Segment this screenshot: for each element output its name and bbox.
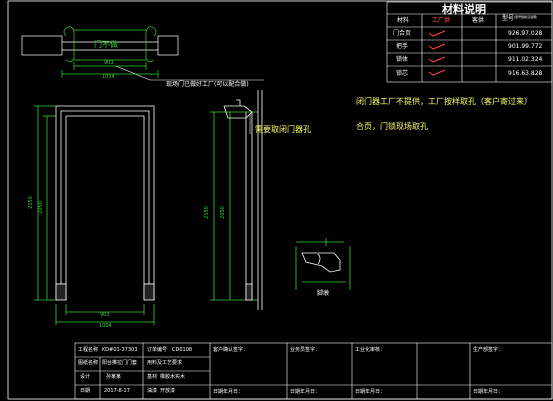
side-section <box>210 90 263 310</box>
tb-value: 阳台推拉门门套 <box>102 360 138 366</box>
tb-base-label: 基材 <box>147 374 158 380</box>
dim-bottom-total: 1054 <box>99 323 112 329</box>
tb-sign-bottom: 日期年月日： <box>290 389 321 395</box>
mat-header-model-note: (型号规格见说明) <box>514 15 538 19</box>
mat-row-name: 锁体 <box>396 56 409 63</box>
dim-left-inner: 2050 <box>37 201 44 214</box>
tb-paint-value: 开放漆 <box>160 388 176 394</box>
profile-detail <box>295 238 351 290</box>
dim-bottom-width: 903 <box>100 312 110 318</box>
site-note: 现场门已做好工厂(可以配合做) <box>166 81 249 88</box>
tb-sign-top: 工业化审核： <box>355 347 386 353</box>
mat-row-model: 911.02.324 <box>508 56 543 63</box>
tb-sign-bottom: 日期年月日： <box>355 389 386 395</box>
elevation-view <box>34 105 155 325</box>
mat-row-name: 锁芯 <box>396 70 409 77</box>
tb-label: 工程名称 <box>78 347 99 353</box>
lock-hole-note: 需要取闭门器孔 <box>255 125 311 134</box>
mat-header-material: 材料 <box>397 17 410 24</box>
tb-sign-top: 业务员签字： <box>290 347 321 353</box>
dim-left-outer: 2150 <box>27 196 34 209</box>
cad-drawing <box>7 0 553 400</box>
mat-row-model: 901.99.772 <box>508 43 543 50</box>
mat-row-model: 926.97.028 <box>508 30 543 37</box>
tb-order-value: CD0108 <box>172 347 193 353</box>
tb-base-value: 橡胶木实木 <box>160 374 186 380</box>
mat-row-name: 把手 <box>396 43 409 50</box>
tb-label: 设计 <box>80 374 91 380</box>
mat-row-model: 916.63.828 <box>508 70 543 77</box>
profile-label: 脚墩 <box>317 290 330 297</box>
dim-right-b: 2050 <box>219 206 226 219</box>
mat-row-name: 门合页 <box>393 30 412 37</box>
plan-view <box>21 26 179 78</box>
tb-value: 孙某某 <box>106 374 122 380</box>
mat-header-model: 型号 <box>502 15 515 22</box>
tb-process-label: 用料及工艺要求 <box>147 360 183 366</box>
dim-top-total: 1054 <box>102 74 115 80</box>
tb-order-label: 订单编号 <box>147 347 168 353</box>
mat-header-client: 客供 <box>472 17 485 24</box>
tb-value: KD#01-37303 <box>102 347 138 353</box>
tb-sign-bottom: 日期年月日： <box>473 389 504 395</box>
mat-header-factory: 工厂供 <box>432 17 451 24</box>
closer-note: 闭门器工厂不提供，工厂按样取孔（客户寄过来） <box>356 97 532 106</box>
dim-right-a: 2150 <box>203 206 210 219</box>
tb-sign-top: 客户确认签字： <box>213 347 249 353</box>
tb-paint-label: 油漆 <box>147 388 158 394</box>
door-label: 门不做 <box>94 40 118 49</box>
tb-value: 2017-8-17 <box>104 388 130 394</box>
tb-label: 图纸名称 <box>78 360 99 366</box>
material-table-title: 材料说明 <box>442 3 486 16</box>
hinge-note: 合页，门锁现场取孔 <box>356 122 428 131</box>
tb-sign-top: 生产部签字： <box>473 347 504 353</box>
tb-label: 日期 <box>80 388 91 394</box>
dim-top-width: 903 <box>104 60 114 66</box>
tb-sign-bottom: 日期年月日： <box>213 389 244 395</box>
